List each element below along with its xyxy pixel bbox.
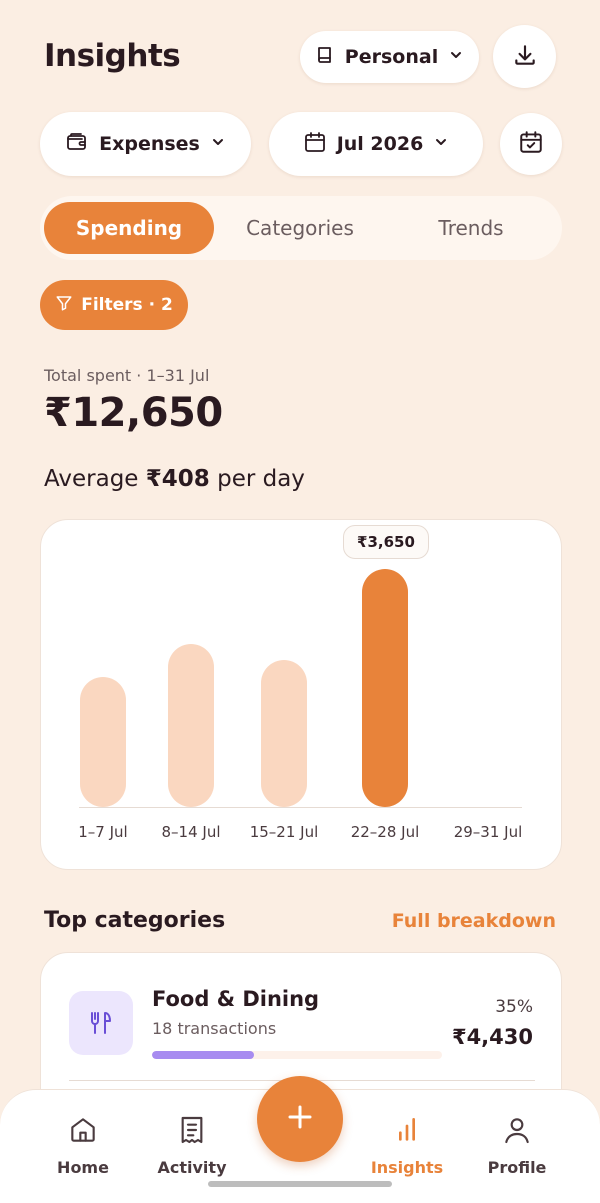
nav-activity[interactable]: Activity xyxy=(142,1114,242,1177)
wallet-icon xyxy=(65,130,89,159)
bar-chart-icon xyxy=(391,1114,423,1150)
top-categories-title: Top categories xyxy=(44,908,226,933)
calendar-icon xyxy=(303,130,327,159)
month-label: Jul 2026 xyxy=(336,133,424,155)
chart-bar[interactable] xyxy=(261,660,307,807)
home-indicator xyxy=(208,1181,392,1187)
type-label: Expenses xyxy=(99,133,200,155)
chevron-down-icon xyxy=(433,133,449,155)
download-button[interactable] xyxy=(493,25,556,88)
nav-insights-label: Insights xyxy=(370,1158,444,1177)
category-transactions: 18 transactions xyxy=(152,1019,277,1038)
chart-bar[interactable] xyxy=(80,676,126,807)
chart-x-label: 22–28 Jul xyxy=(350,823,420,841)
chart-tooltip: ₹3,650 xyxy=(343,525,429,559)
category-progress xyxy=(152,1051,442,1059)
chart-bar[interactable] xyxy=(168,643,214,807)
chart-x-label: 1–7 Jul xyxy=(78,823,128,841)
nav-home[interactable]: Home xyxy=(33,1114,133,1177)
nav-home-label: Home xyxy=(57,1158,109,1177)
chevron-down-icon xyxy=(210,133,226,155)
receipt-icon xyxy=(176,1114,208,1150)
tab-trends[interactable]: Trends xyxy=(386,202,556,254)
tab-categories[interactable]: Categories xyxy=(215,202,385,254)
full-breakdown-link[interactable]: Full breakdown xyxy=(392,910,556,932)
utensils-icon xyxy=(69,991,133,1055)
type-selector[interactable]: Expenses xyxy=(40,112,251,176)
account-label: Personal xyxy=(344,46,439,68)
average-per-day: Average ₹408 per day xyxy=(44,466,305,492)
calendar-check-icon xyxy=(518,129,544,159)
chevron-down-icon xyxy=(448,46,464,68)
total-label: Total spent · 1–31 Jul xyxy=(44,366,210,385)
nav-profile-label: Profile xyxy=(487,1158,547,1177)
avg-suffix: per day xyxy=(217,466,305,492)
chart-x-label: 15–21 Jul xyxy=(249,823,319,841)
filters-label: Filters · 2 xyxy=(81,295,173,315)
chart-bar[interactable] xyxy=(362,569,408,807)
funnel-icon xyxy=(55,294,73,317)
category-name: Food & Dining xyxy=(152,987,320,1011)
avg-prefix: Average xyxy=(44,466,139,492)
category-progress-fill xyxy=(152,1051,254,1059)
download-icon xyxy=(512,42,538,72)
chart-x-label: 29–31 Jul xyxy=(453,823,523,841)
user-icon xyxy=(501,1114,533,1150)
calendar-check-button[interactable] xyxy=(500,113,562,175)
chart-x-label: 8–14 Jul xyxy=(161,823,221,841)
add-transaction-button[interactable] xyxy=(257,1076,343,1162)
avg-value: ₹408 xyxy=(145,466,210,492)
filters-button[interactable]: Filters · 2 xyxy=(40,280,188,330)
home-icon xyxy=(67,1114,99,1150)
total-value: ₹12,650 xyxy=(44,390,223,436)
page-title: Insights xyxy=(44,38,181,74)
account-selector[interactable]: Personal xyxy=(300,31,479,83)
category-amount: ₹4,430 xyxy=(451,1025,533,1049)
tab-spending[interactable]: Spending xyxy=(44,202,214,254)
spending-chart: ₹3,650 1–7 Jul 8–14 Jul 15–21 Jul 22–28 Jul… xyxy=(40,519,562,870)
view-tabs: Spending Categories Trends xyxy=(40,196,562,260)
category-percent: 35% xyxy=(495,997,533,1017)
chart-baseline xyxy=(79,807,522,808)
book-icon xyxy=(315,45,335,70)
month-selector[interactable]: Jul 2026 xyxy=(269,112,483,176)
nav-insights[interactable]: Insights xyxy=(357,1114,457,1177)
nav-profile[interactable]: Profile xyxy=(467,1114,567,1177)
nav-activity-label: Activity xyxy=(157,1158,227,1177)
plus-icon xyxy=(285,1102,315,1136)
